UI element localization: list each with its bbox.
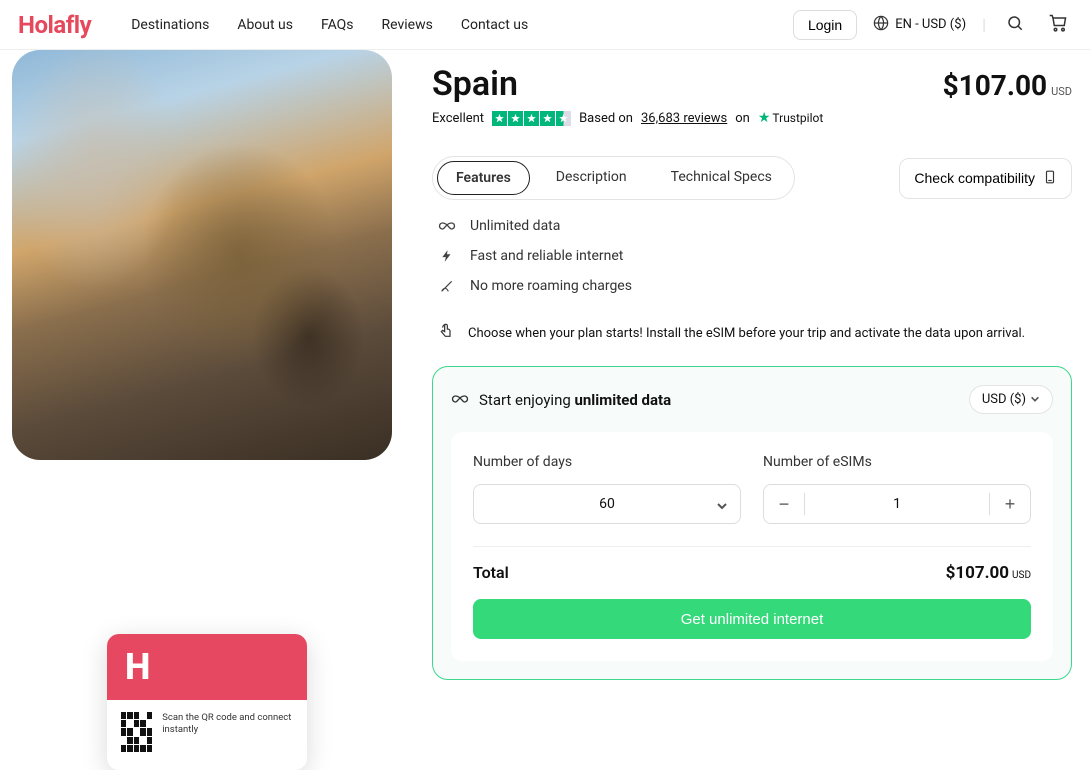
star-icon <box>508 111 523 126</box>
feature-fast: Fast and reliable internet <box>438 248 1072 264</box>
qr-code-icon <box>121 712 152 752</box>
infinity-icon <box>438 220 456 232</box>
days-select[interactable]: 60 <box>473 484 741 524</box>
chevron-down-icon <box>716 495 728 514</box>
star-half-icon <box>556 111 571 126</box>
no-roaming-icon <box>438 278 456 294</box>
nav-reviews[interactable]: Reviews <box>382 17 433 33</box>
check-compatibility-button[interactable]: Check compatibility <box>899 158 1072 199</box>
reviews-link[interactable]: 36,683 reviews <box>641 111 727 126</box>
tab-description[interactable]: Description <box>538 161 645 195</box>
cart-button[interactable] <box>1044 9 1072 40</box>
search-icon <box>1006 14 1024 35</box>
globe-icon <box>873 15 889 35</box>
esim-card: H Scan the QR code and connect instantly <box>107 634 307 770</box>
esim-logo-icon: H <box>125 646 150 688</box>
trustpilot-badge[interactable]: ★ Trustpilot <box>758 110 823 126</box>
header-price: $107.00USD <box>943 69 1072 102</box>
quantity-stepper: − 1 + <box>763 484 1031 524</box>
feature-noroaming: No more roaming charges <box>438 278 1072 294</box>
quantity-value: 1 <box>805 496 989 512</box>
on-label: on <box>735 111 750 126</box>
locale-selector[interactable]: EN - USD ($) <box>873 15 966 35</box>
trustpilot-star-icon: ★ <box>758 110 771 126</box>
star-icon <box>524 111 539 126</box>
total-label: Total <box>473 563 509 582</box>
tap-icon <box>438 322 456 344</box>
based-on-label: Based on <box>579 111 633 126</box>
bolt-icon <box>438 248 456 264</box>
panel-heading: Start enjoying unlimited data <box>479 391 671 409</box>
site-header: Holafly Destinations About us FAQs Revie… <box>0 0 1090 50</box>
login-button[interactable]: Login <box>793 10 857 40</box>
qr-instruction: Scan the QR code and connect instantly <box>162 712 293 737</box>
star-icon <box>540 111 555 126</box>
search-button[interactable] <box>1002 10 1028 39</box>
increment-button[interactable]: + <box>990 485 1030 523</box>
infinity-icon <box>451 391 469 409</box>
currency-selector[interactable]: USD ($) <box>969 385 1053 414</box>
feature-unlimited: Unlimited data <box>438 218 1072 234</box>
rating-row: Excellent Based on 36,683 reviews on ★ T… <box>432 110 1072 126</box>
page-title: Spain <box>432 64 518 104</box>
product-tabs: Features Description Technical Specs <box>432 156 795 200</box>
rating-label: Excellent <box>432 111 484 126</box>
tab-tech-specs[interactable]: Technical Specs <box>653 161 790 195</box>
chevron-down-icon <box>1030 392 1040 407</box>
esims-label: Number of eSIMs <box>763 454 1031 470</box>
cart-icon <box>1048 13 1068 36</box>
tab-features[interactable]: Features <box>437 161 530 195</box>
purchase-panel: Start enjoying unlimited data USD ($) Nu… <box>432 366 1072 680</box>
days-label: Number of days <box>473 454 741 470</box>
get-internet-button[interactable]: Get unlimited internet <box>473 599 1031 639</box>
nav-destinations[interactable]: Destinations <box>131 17 209 33</box>
nav-contact[interactable]: Contact us <box>461 17 528 33</box>
destination-image <box>12 50 392 460</box>
locale-label: EN - USD ($) <box>895 17 966 32</box>
nav-about[interactable]: About us <box>237 17 293 33</box>
decrement-button[interactable]: − <box>764 485 804 523</box>
total-amount: $107.00USD <box>946 563 1031 583</box>
nav-faqs[interactable]: FAQs <box>321 17 354 33</box>
brand-logo[interactable]: Holafly <box>18 11 91 39</box>
star-icon <box>492 111 507 126</box>
activation-note: Choose when your plan starts! Install th… <box>432 322 1072 344</box>
star-rating <box>492 111 571 126</box>
main-nav: Destinations About us FAQs Reviews Conta… <box>131 17 528 33</box>
phone-check-icon <box>1043 169 1057 188</box>
